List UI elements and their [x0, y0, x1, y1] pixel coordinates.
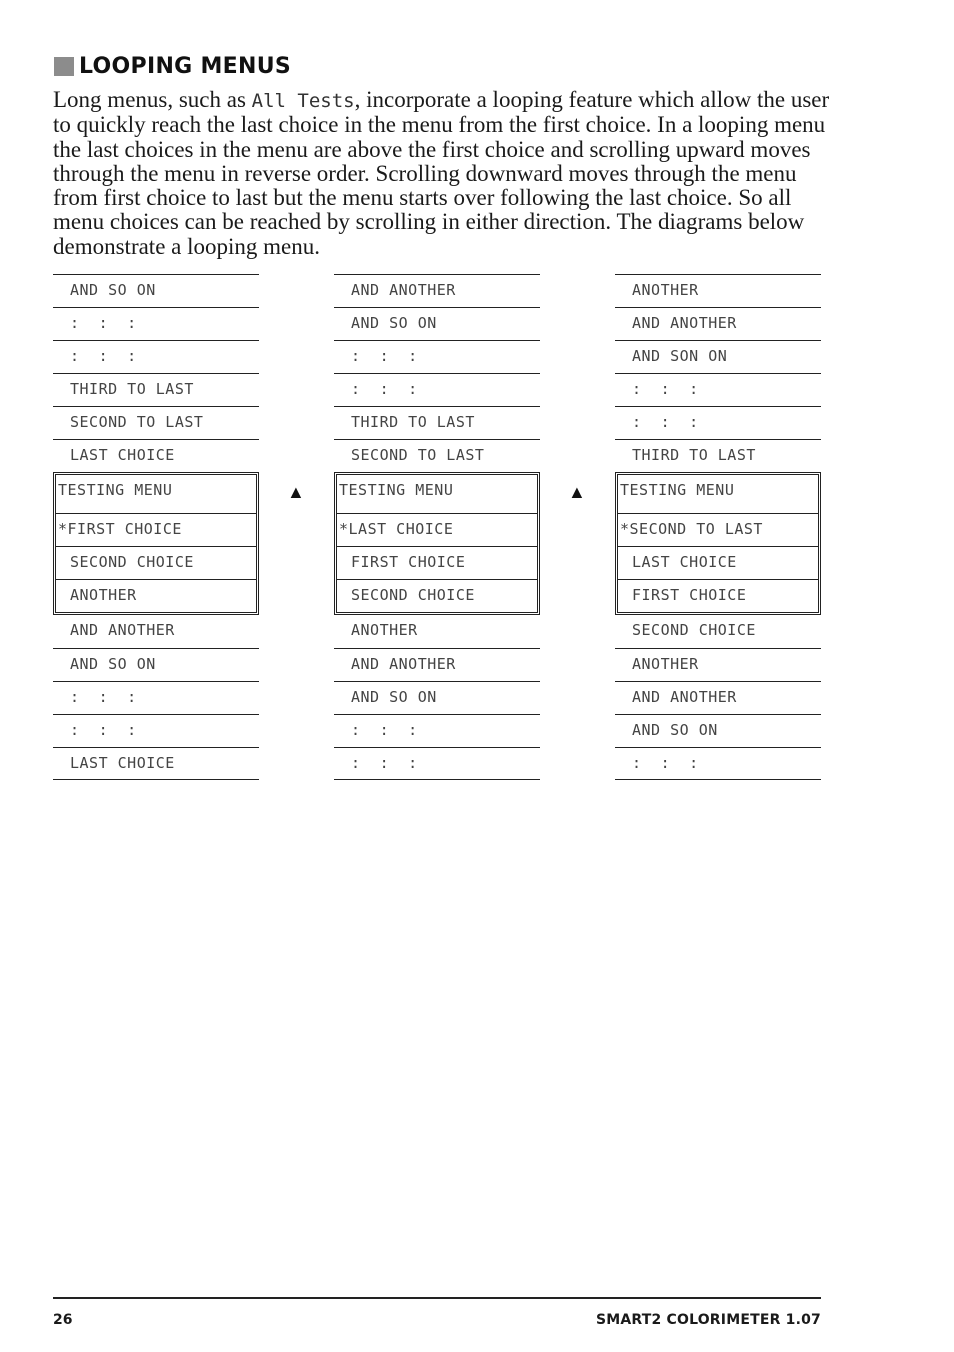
paragraph-text-rest: , incorporate a looping feature which al…	[53, 87, 830, 259]
inline-code: All Tests	[251, 90, 355, 112]
menu-row: : : :	[334, 373, 540, 406]
menu-row: : : :	[334, 747, 540, 780]
menu-row: AND SON ON	[615, 340, 821, 373]
display-screen: TESTING MENU *SECOND TO LAST LAST CHOICE FI…	[615, 472, 821, 615]
menu-row: LAST CHOICE	[53, 747, 259, 780]
menu-row: ANOTHER	[615, 648, 821, 681]
selected-choice: *SECOND TO LAST	[618, 513, 818, 546]
menu-row: : : :	[53, 714, 259, 747]
screen-choice: SECOND CHOICE	[56, 546, 256, 579]
menu-row: AND SO ON	[53, 274, 259, 307]
menu-row: : : :	[53, 340, 259, 373]
screen-choice: FIRST CHOICE	[337, 546, 537, 579]
menu-row: AND ANOTHER	[334, 274, 540, 307]
menu-row: THIRD TO LAST	[334, 406, 540, 439]
screen-header: TESTING MENU	[339, 481, 454, 499]
square-bullet-icon	[54, 57, 74, 76]
menu-row: AND SO ON	[53, 648, 259, 681]
body-paragraph: Long menus, such as All Tests, incorpora…	[53, 87, 833, 259]
menu-row: AND SO ON	[334, 307, 540, 340]
display-screen: TESTING MENU *LAST CHOICE FIRST CHOICE SECO…	[334, 472, 540, 615]
menu-diagram: ANOTHER AND ANOTHER AND SON ON: : :: : : TH…	[615, 274, 821, 780]
section-title: LOOPING MENUS	[79, 54, 292, 79]
menu-row: : : :	[615, 373, 821, 406]
menu-diagram: AND ANOTHER AND SO ON: : :: : : THIRD TO L…	[334, 274, 540, 780]
menu-row: AND SO ON	[615, 714, 821, 747]
selected-choice: *FIRST CHOICE	[56, 513, 256, 546]
selected-choice: *LAST CHOICE	[337, 513, 537, 546]
screen-choice: SECOND CHOICE	[337, 579, 537, 612]
menu-row: : : :	[334, 714, 540, 747]
menu-row: : : :	[53, 307, 259, 340]
menu-row: AND ANOTHER	[70, 621, 175, 639]
screen-choice: FIRST CHOICE	[618, 579, 818, 612]
section-heading: LOOPING MENUS	[54, 54, 291, 79]
footer-divider	[53, 1297, 821, 1299]
page-number: 26	[53, 1312, 73, 1328]
screen-header: TESTING MENU	[58, 481, 173, 499]
document-title: SMART2 COLORIMETER 1.07	[595, 1312, 821, 1328]
screen-choice: LAST CHOICE	[618, 546, 818, 579]
menu-row: : : :	[334, 340, 540, 373]
menu-row: : : :	[615, 406, 821, 439]
screen-header: TESTING MENU	[620, 481, 735, 499]
menu-row: LAST CHOICE	[53, 439, 259, 472]
menu-row: AND ANOTHER	[615, 681, 821, 714]
screen-choice: ANOTHER	[56, 579, 256, 612]
menu-row: AND ANOTHER	[615, 307, 821, 340]
menu-row: THIRD TO LAST	[53, 373, 259, 406]
menu-row: : : :	[615, 747, 821, 780]
menu-diagram: AND SO ON: : :: : : THIRD TO LAST SECOND T…	[53, 274, 259, 780]
up-arrow-icon: ▲	[287, 482, 305, 502]
menu-row: SECOND TO LAST	[53, 406, 259, 439]
menu-row: AND SO ON	[334, 681, 540, 714]
menu-row: SECOND CHOICE	[632, 621, 756, 639]
menu-row: AND ANOTHER	[334, 648, 540, 681]
menu-row: THIRD TO LAST	[615, 439, 821, 472]
paragraph-text-start: Long menus, such as	[53, 87, 252, 112]
menu-row: : : :	[53, 681, 259, 714]
menu-row: ANOTHER	[615, 274, 821, 307]
display-screen: TESTING MENU *FIRST CHOICE SECOND CHOICE AN…	[53, 472, 259, 615]
menu-row: ANOTHER	[351, 621, 418, 639]
menu-row: SECOND TO LAST	[334, 439, 540, 472]
up-arrow-icon: ▲	[568, 482, 586, 502]
